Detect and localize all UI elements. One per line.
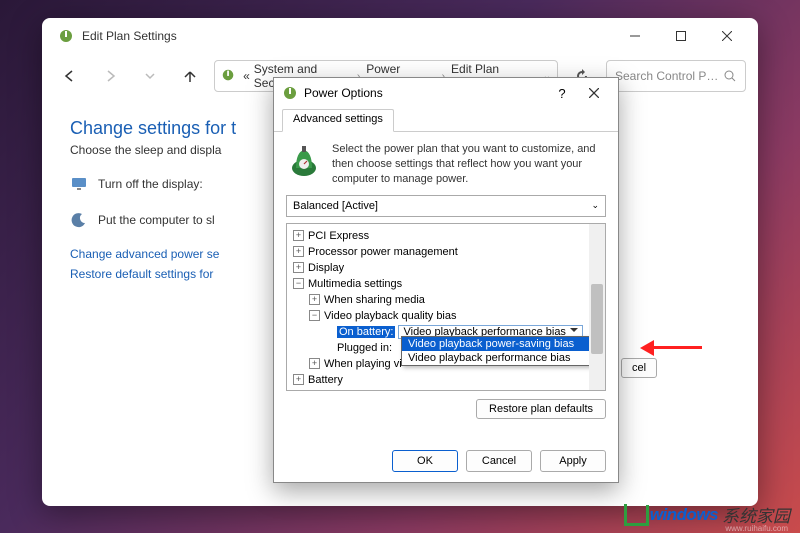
playback-bias-dropdown-list: Video playback power-saving bias Video p… [401, 336, 595, 366]
tree-multimedia[interactable]: Multimedia settings [308, 278, 402, 290]
expand-icon[interactable]: + [293, 262, 304, 273]
apply-button[interactable]: Apply [540, 450, 606, 472]
power-options-icon [282, 85, 298, 101]
dialog-title: Power Options [304, 86, 546, 100]
tree-battery[interactable]: Battery [308, 374, 343, 386]
expand-icon[interactable]: + [293, 230, 304, 241]
dropdown-option-performance[interactable]: Video playback performance bias [402, 351, 594, 365]
expand-icon[interactable]: + [309, 294, 320, 305]
tree-display[interactable]: Display [308, 262, 344, 274]
collapse-icon[interactable]: − [293, 278, 304, 289]
titlebar: Edit Plan Settings [42, 18, 758, 54]
tree-pci[interactable]: PCI Express [308, 230, 369, 242]
background-cancel-button[interactable]: cel [621, 358, 657, 378]
tab-advanced-settings[interactable]: Advanced settings [282, 109, 394, 132]
tree-playback[interactable]: Video playback quality bias [324, 310, 457, 322]
tree-sharing[interactable]: When sharing media [324, 294, 425, 306]
back-button[interactable] [54, 60, 86, 92]
on-battery-label[interactable]: On battery: [337, 326, 395, 338]
power-plan-icon [58, 28, 74, 44]
sleep-label: Put the computer to sl [98, 213, 215, 227]
turn-off-display-label: Turn off the display: [98, 177, 203, 191]
watermark-url: www.ruihaifu.com [725, 524, 788, 533]
collapse-icon[interactable]: − [309, 310, 320, 321]
expand-icon[interactable]: + [309, 358, 320, 369]
power-options-dialog: Power Options ? Advanced settings Select… [273, 77, 619, 483]
ok-button[interactable]: OK [392, 450, 458, 472]
expand-icon[interactable]: + [293, 246, 304, 257]
search-input[interactable]: Search Control P… [606, 60, 746, 92]
search-icon [724, 70, 736, 82]
expand-icon[interactable]: + [293, 374, 304, 385]
up-button[interactable] [174, 60, 206, 92]
forward-button[interactable] [94, 60, 126, 92]
dialog-intro-text: Select the power plan that you want to c… [332, 142, 606, 187]
scrollbar[interactable] [589, 224, 605, 390]
power-plan-select[interactable]: Balanced [Active] ⌄ [286, 195, 606, 217]
dialog-titlebar: Power Options ? [274, 78, 618, 108]
window-title: Edit Plan Settings [82, 29, 612, 43]
maximize-button[interactable] [658, 20, 704, 52]
close-button[interactable] [704, 20, 750, 52]
bc-prefix: « [243, 69, 250, 83]
annotation-arrow [632, 340, 702, 356]
display-icon [70, 175, 88, 193]
settings-tree[interactable]: + PCI Express + Processor power management… [286, 223, 606, 391]
dropdown-option-power-saving[interactable]: Video playback power-saving bias [402, 337, 594, 351]
search-placeholder: Search Control P… [615, 69, 718, 83]
cancel-button[interactable]: Cancel [466, 450, 532, 472]
tab-bar: Advanced settings [274, 108, 618, 132]
power-plan-icon [221, 68, 235, 84]
recent-dropdown[interactable] [134, 60, 166, 92]
chevron-down-icon: ⌄ [591, 200, 599, 211]
restore-defaults-button[interactable]: Restore plan defaults [476, 399, 606, 419]
watermark-logo-icon [624, 504, 646, 526]
tree-ppm[interactable]: Processor power management [308, 246, 458, 258]
dialog-close-button[interactable] [578, 79, 610, 107]
plan-value: Balanced [Active] [293, 200, 378, 212]
watermark-brand: windows [650, 505, 718, 525]
power-meter-icon [286, 142, 322, 178]
scrollbar-thumb[interactable] [591, 284, 603, 354]
minimize-button[interactable] [612, 20, 658, 52]
plugged-in-label[interactable]: Plugged in: [337, 342, 392, 354]
help-button[interactable]: ? [546, 79, 578, 107]
sleep-icon [70, 211, 88, 229]
tree-playing-video[interactable]: When playing vi [324, 358, 402, 370]
